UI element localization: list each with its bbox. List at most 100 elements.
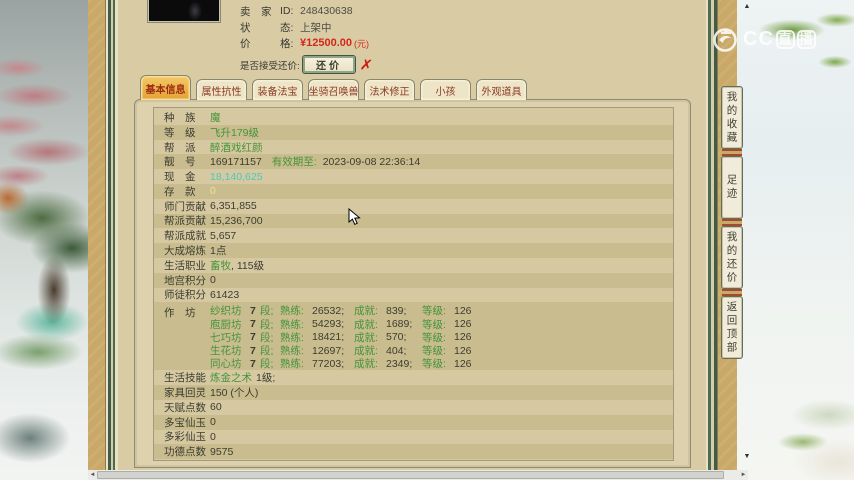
info-row-value: 纱织坊7段;熟练:26532;成就:839;等级:126庖厨坊7段;熟练:542…: [210, 304, 478, 370]
workshop-lvl-value: 126: [454, 318, 478, 330]
basic-info-panel: 种 族魔等 级飞升179级帮 派醉酒戏红颜靓 号169171157有效期至:20…: [134, 99, 691, 468]
info-row-value: 5,657: [210, 230, 236, 242]
seller-id-value: 248430638: [300, 5, 353, 17]
info-row-value: 150 (个人): [210, 385, 258, 400]
info-value-part: 60: [210, 401, 222, 413]
tab-2[interactable]: 属性抗性: [196, 79, 247, 100]
info-row: 靓 号169171157有效期至:2023-09-08 22:36:14: [154, 154, 673, 169]
info-row: 生活技能炼金之术1级;: [154, 370, 673, 385]
bargain-button[interactable]: 还价: [302, 55, 356, 74]
info-row-value: 169171157有效期至:2023-09-08 22:36:14: [210, 154, 420, 169]
tab-7[interactable]: 外观道具: [476, 79, 527, 100]
side-tab-connector: [722, 149, 742, 156]
info-row-label: 师徒积分: [164, 287, 210, 302]
tab-6[interactable]: 小孩: [420, 79, 471, 100]
info-row-label: 存 款: [164, 184, 210, 199]
workshop-prof-value: 18421;: [312, 331, 354, 343]
info-row-label: 帮派成就: [164, 228, 210, 243]
info-row-value: 飞升179级: [210, 125, 259, 140]
workshop-prof-value: 12697;: [312, 345, 354, 357]
info-row-label: 大成熔炼: [164, 243, 210, 258]
workshop-lvl-value: 126: [454, 358, 478, 370]
info-row-value: 魔: [210, 110, 221, 125]
side-tab-3[interactable]: 我的还价: [721, 226, 743, 289]
info-row-label: 天赋点数: [164, 400, 210, 415]
info-row-value: 18,140,625: [210, 171, 263, 183]
info-row-value: 0: [210, 416, 216, 428]
status-field-label: 态:: [280, 20, 300, 35]
tab-1[interactable]: 基本信息: [140, 75, 191, 100]
info-row-label: 功德点数: [164, 444, 210, 459]
character-preview-image[interactable]: [148, 0, 220, 22]
tab-4[interactable]: 坐骑召唤兽: [308, 79, 359, 100]
info-row-label: 多宝仙玉: [164, 415, 210, 430]
price-unit: (元): [354, 37, 369, 50]
info-value-part: 醉酒戏红颜: [210, 140, 263, 155]
workshop-lvl-value: 126: [454, 331, 478, 343]
seller-info: 卖 家 ID: 248430638 状 态: 上架中 价 格: ¥12500.0…: [240, 3, 373, 75]
bargain-row: 是否接受还价: 还价 ✗: [240, 54, 373, 75]
info-row: 等 级飞升179级: [154, 125, 673, 140]
info-value-part: 飞升179级: [210, 125, 259, 140]
workshop-ach-value: 404;: [386, 345, 422, 357]
info-value-part: 有效期至:: [272, 154, 317, 169]
bargain-label: 是否接受还价:: [240, 58, 302, 72]
side-tab-connector: [722, 289, 742, 296]
info-row: 师门贡献6,351,855: [154, 199, 673, 214]
workshop-prof-value: 26532;: [312, 305, 354, 317]
info-row-label: 家具回灵: [164, 385, 210, 400]
info-row: 帮派成就5,657: [154, 228, 673, 243]
workshop-line: 七巧坊7段;熟练:18421;成就:570;等级:126: [210, 331, 478, 344]
scroll-left-arrow[interactable]: ◄: [88, 470, 97, 480]
info-value-part: 魔: [210, 110, 221, 125]
info-value-part: 1点: [210, 243, 226, 258]
horizontal-scrollbar[interactable]: ◄ ►: [88, 470, 748, 480]
info-value-part: 18,140,625: [210, 171, 263, 183]
status-row: 状 态: 上架中: [240, 19, 373, 35]
side-tab-connector: [722, 219, 742, 226]
info-value-part: 150 (个人): [210, 385, 258, 400]
info-row-label: 帮 派: [164, 140, 210, 155]
info-row: 大成熔炼1点: [154, 243, 673, 258]
info-row-value: 6,351,855: [210, 200, 257, 212]
seller-id-row: 卖 家 ID: 248430638: [240, 3, 373, 19]
cc-live-logo-icon: [710, 24, 740, 54]
workshop-ach-label: 成就:: [354, 356, 386, 371]
info-row-value: 1点: [210, 243, 226, 258]
tab-5[interactable]: 法术修正: [364, 79, 415, 100]
info-row: 多彩仙玉0: [154, 430, 673, 445]
workshop-ach-value: 839;: [386, 305, 422, 317]
tab-3[interactable]: 装备法宝: [252, 79, 303, 100]
ornamental-border-left: [88, 0, 118, 480]
info-row-value: 醉酒戏红颜: [210, 140, 263, 155]
horizontal-scrollbar-thumb[interactable]: [97, 471, 724, 479]
info-row-value: 畜牧, 115级: [210, 258, 264, 273]
scroll-down-arrow[interactable]: ▼: [741, 451, 753, 461]
scroll-right-arrow[interactable]: ►: [739, 470, 748, 480]
workshop-line: 庖厨坊7段;熟练:54293;成就:1689;等级:126: [210, 318, 478, 331]
info-value-part: 169171157: [210, 156, 262, 168]
seller-label: 卖 家: [240, 4, 280, 19]
info-row-label: 多彩仙玉: [164, 429, 210, 444]
info-value-part: , 115级: [231, 258, 264, 273]
info-row-label: 师门贡献: [164, 199, 210, 214]
workshop-lvl-value: 126: [454, 345, 478, 357]
status-label: 状: [240, 20, 280, 35]
info-row-label: 等 级: [164, 125, 210, 140]
side-tab-4[interactable]: 返回顶部: [721, 296, 743, 359]
info-row-label: 生活职业: [164, 258, 210, 273]
watermark-cc-text: CC: [743, 28, 774, 51]
info-row-label: 帮派贡献: [164, 213, 210, 228]
workshop-prof-value: 54293;: [312, 318, 354, 330]
info-value-part: 0: [210, 416, 216, 428]
scroll-up-arrow[interactable]: ▲: [741, 1, 753, 11]
info-row-label: 种 族: [164, 110, 210, 125]
price-label: 价: [240, 36, 280, 51]
side-tab-2[interactable]: 足迹: [721, 156, 743, 219]
reject-stamp-icon: ✗: [359, 55, 374, 75]
workshop-lvl-value: 126: [454, 305, 478, 317]
workshop-name: 同心坊: [210, 356, 250, 371]
side-tab-1[interactable]: 我的收藏: [721, 86, 743, 149]
info-row: 存 款0: [154, 184, 673, 199]
page-content: 卖 家 ID: 248430638 状 态: 上架中 价 格: ¥12500.0…: [118, 0, 706, 480]
